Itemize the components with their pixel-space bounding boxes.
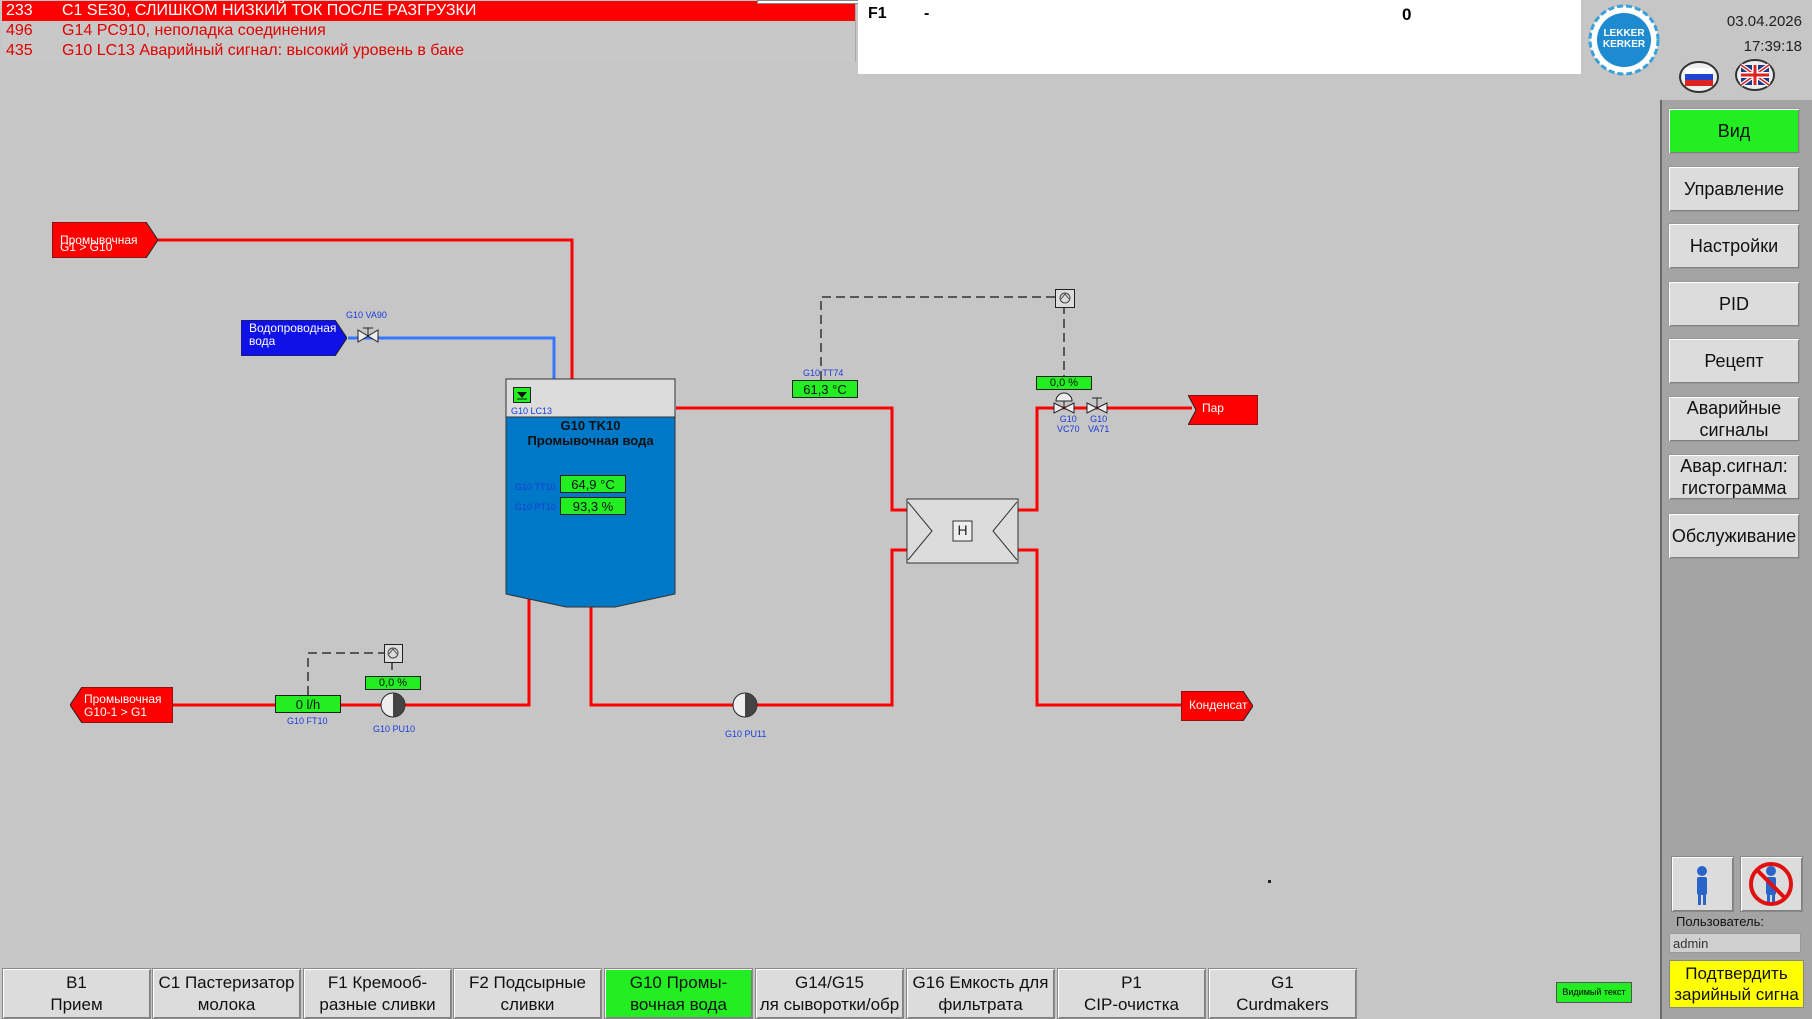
vc70-label-2: VC70 [1057, 424, 1080, 434]
level-switch-icon[interactable] [513, 387, 531, 403]
vc70-label-1: G10 [1059, 414, 1077, 424]
control-valve-vc70[interactable] [1052, 391, 1076, 415]
pu10-speed: 0,0 % [365, 676, 421, 690]
heat-exchanger[interactable]: H [906, 498, 1019, 564]
tt74-value: 61,3 °C [792, 380, 858, 398]
tank-title: G10 TK10 [560, 418, 621, 433]
lt10-label: G10 PT10 [515, 502, 557, 512]
tt10-label: G10 TT10 [515, 482, 556, 492]
tag-label-1: Водопроводная [249, 321, 337, 335]
outflow-g1-tag[interactable]: Промывочная G10-1 > G1 [70, 687, 173, 723]
vc70-label: G10 VC70 [1057, 414, 1080, 434]
pump-icon [380, 692, 406, 718]
lc13-label: G10 LC13 [511, 406, 553, 416]
tag-label-1: Промывочная [84, 692, 162, 706]
tag-label: Конденсат [1189, 698, 1248, 712]
valve-icon [357, 327, 379, 343]
condensate-tag[interactable]: Конденсат [1181, 691, 1253, 721]
controller-icon[interactable] [1055, 289, 1075, 308]
pump-pu11[interactable] [732, 692, 758, 718]
inflow-g1-tag[interactable]: Промывочная G1 > G10 [52, 222, 158, 258]
va71-label: G10 VA71 [1088, 414, 1109, 434]
tag-label-2: G10-1 > G1 [84, 705, 148, 719]
valve-icon [1086, 397, 1108, 414]
tt10-value: 64,9 °C [560, 475, 626, 493]
controller-icon[interactable] [384, 644, 403, 663]
tank-tk10[interactable]: G10 LC13 G10 TK10 Промывочная вода G10 T… [505, 378, 676, 608]
va90-label: G10 VA90 [346, 310, 387, 320]
pump-pu10[interactable] [380, 692, 406, 718]
va71-label-1: G10 [1090, 414, 1108, 424]
pump-icon [732, 692, 758, 718]
va71-label-2: VA71 [1088, 424, 1110, 434]
ft10-value: 0 l/h [275, 695, 341, 713]
tag-label-2: вода [249, 334, 276, 348]
vc70-position: 0,0 % [1036, 376, 1092, 390]
pu10-label: G10 PU10 [373, 724, 416, 734]
tap-water-tag[interactable]: Водопроводная вода [241, 320, 347, 356]
pu11-label: G10 PU11 [725, 729, 767, 739]
lt10-value: 93,3 % [560, 497, 626, 515]
valve-va71[interactable] [1085, 395, 1109, 415]
tag-label: Пар [1202, 401, 1224, 415]
valve-va90[interactable] [356, 326, 380, 346]
control-valve-icon [1053, 392, 1075, 414]
heat-exchanger-label: H [957, 522, 968, 538]
tag-label-2: G1 > G10 [60, 240, 113, 254]
steam-tag[interactable]: Пар [1188, 395, 1258, 425]
tt74-label: G10 TT74 [803, 368, 844, 378]
ft10-label: G10 FT10 [287, 716, 328, 726]
tank-subtitle: Промывочная вода [527, 433, 654, 448]
